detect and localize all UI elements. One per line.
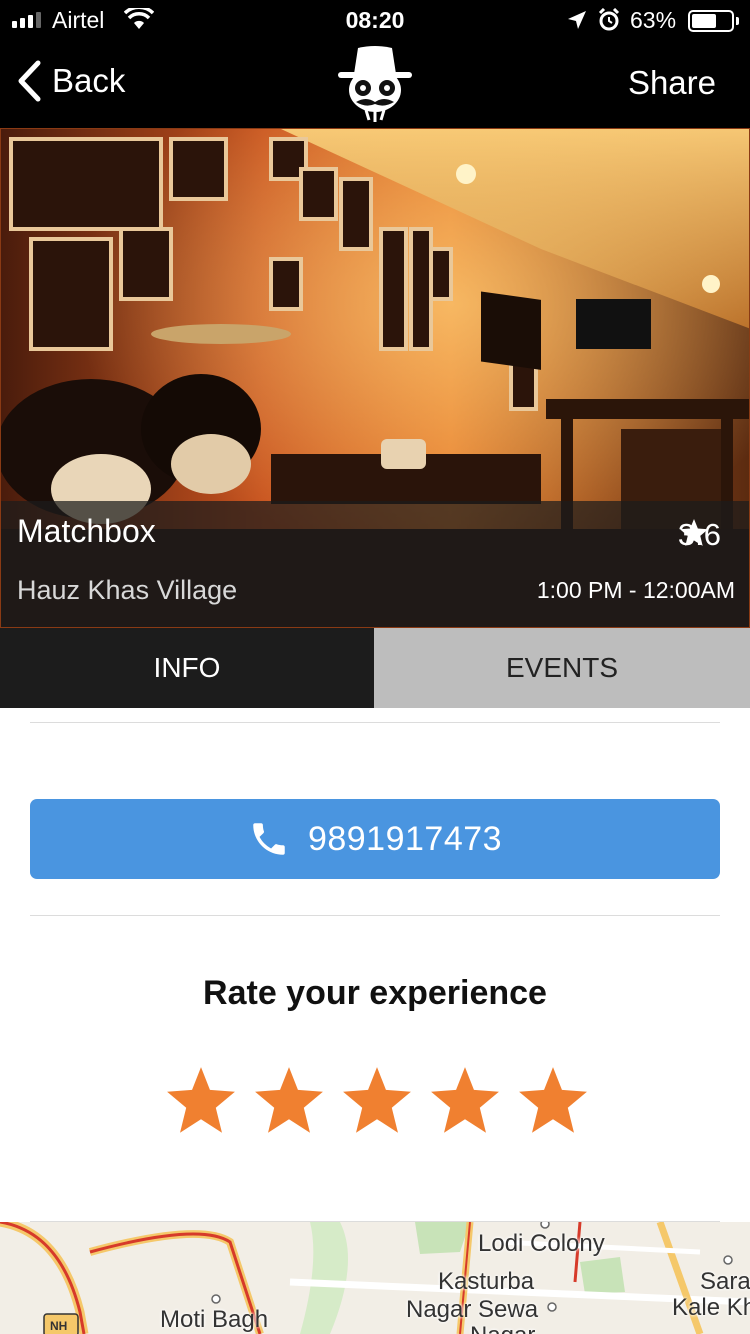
rate-experience-title: Rate your experience [203, 974, 547, 1012]
rating-star-4-icon[interactable] [428, 1064, 502, 1138]
call-button[interactable]: 9891917473 [30, 799, 720, 879]
venue-info-overlay: Matchbox Hauz Khas Village 3.6 1:00 PM -… [1, 501, 749, 627]
phone-number: 9891917473 [307, 819, 503, 858]
rating-star-2-icon[interactable] [252, 1064, 326, 1138]
tab-bar: INFO EVENTS [0, 628, 750, 708]
battery-percent: 63% [630, 7, 677, 33]
back-button[interactable]: Back [16, 60, 125, 102]
tab-events[interactable]: EVENTS [374, 628, 750, 708]
venue-area: Hauz Khas Village [17, 575, 238, 605]
venue-name: Matchbox [17, 513, 156, 549]
phone-icon [253, 823, 285, 855]
map-label-kale-kh: Kale Kh [672, 1294, 750, 1321]
map-label-kasturba: Kasturba [438, 1268, 535, 1295]
tab-info[interactable]: INFO [0, 628, 374, 708]
location-arrow-icon [568, 11, 586, 29]
back-label: Back [52, 62, 126, 99]
venue-hero-image: Matchbox Hauz Khas Village 3.6 1:00 PM -… [0, 128, 750, 628]
location-map[interactable]: Lodi Colony Kasturba Nagar Sewa Nagar Mo… [0, 1222, 750, 1334]
share-button[interactable]: Share [628, 64, 716, 102]
map-label-nagar-sewa: Nagar Sewa [406, 1296, 539, 1323]
map-background [0, 1222, 750, 1334]
divider [30, 915, 720, 916]
divider [30, 722, 720, 723]
battery-icon [688, 10, 734, 32]
map-label-nagar: Nagar [470, 1322, 535, 1334]
alarm-icon [598, 8, 620, 31]
rating-star-3-icon[interactable] [340, 1064, 414, 1138]
nav-bar: Back Share [0, 40, 750, 128]
status-bar: Airtel 08:20 63% [0, 0, 750, 40]
map-label-moti-bagh: Moti Bagh [160, 1306, 269, 1333]
map-label-sara: Sara [700, 1268, 750, 1295]
highway-shield-nh: NH [50, 1319, 68, 1333]
opening-hours: 1:00 PM - 12:00AM [536, 577, 735, 603]
rating-star-5-icon[interactable] [516, 1064, 590, 1138]
mustache-face-logo-icon [338, 46, 412, 122]
star-icon [679, 519, 708, 546]
star-rating-input [164, 1064, 590, 1138]
map-label-lodi-colony: Lodi Colony [478, 1230, 605, 1257]
venue-rating: 3.6 [678, 517, 735, 553]
rating-star-1-icon[interactable] [164, 1064, 238, 1138]
chevron-left-icon [18, 60, 41, 102]
